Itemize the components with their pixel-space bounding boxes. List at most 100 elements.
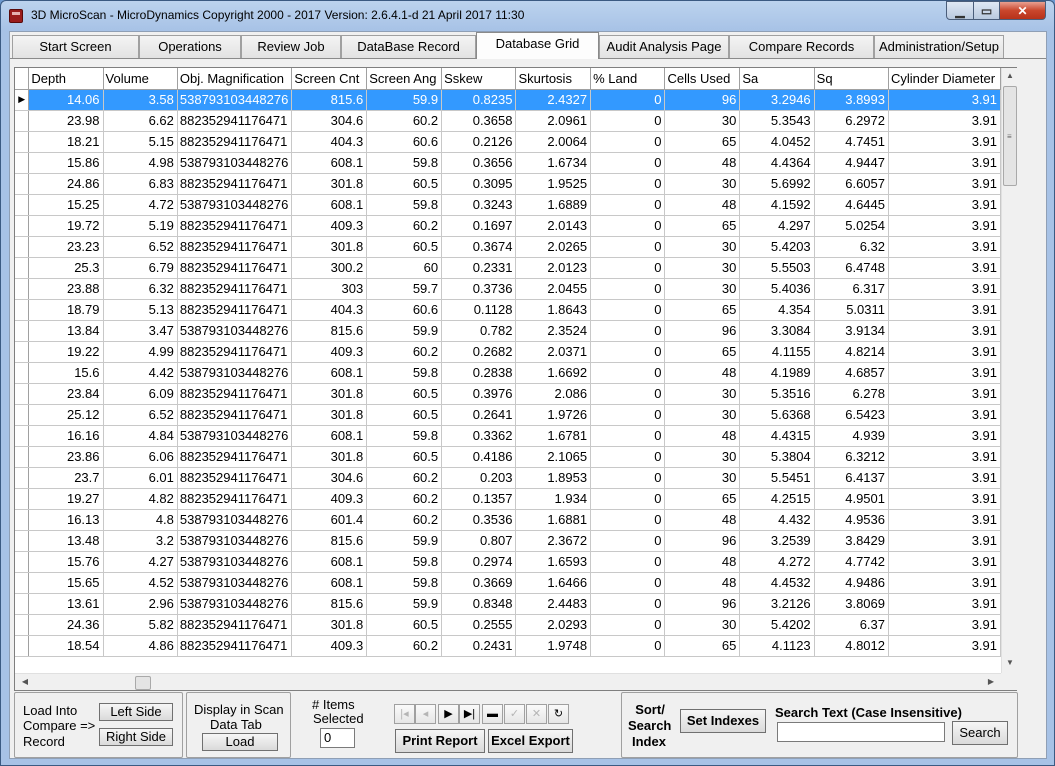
table-cell[interactable]: 0 bbox=[590, 383, 666, 405]
tab-administration-setup[interactable]: Administration/Setup bbox=[874, 35, 1004, 58]
table-cell[interactable]: 6.83 bbox=[103, 173, 178, 195]
table-cell[interactable]: 30 bbox=[664, 278, 741, 300]
table-cell[interactable]: 19.22 bbox=[28, 341, 104, 363]
table-cell[interactable]: 0.3243 bbox=[441, 194, 517, 216]
table-cell[interactable]: 3.9134 bbox=[814, 320, 890, 342]
row-indicator[interactable] bbox=[15, 551, 30, 573]
column-header[interactable]: % Land bbox=[590, 68, 666, 90]
table-cell[interactable]: 6.01 bbox=[103, 467, 178, 489]
table-cell[interactable]: 3.91 bbox=[888, 236, 1001, 258]
table-cell[interactable]: 18.21 bbox=[28, 131, 104, 153]
table-cell[interactable]: 30 bbox=[664, 173, 741, 195]
table-row[interactable]: 24.36 5.82 882352941176471 301.8 60.5 0.2555 2… bbox=[15, 614, 1001, 636]
table-cell[interactable]: 882352941176471 bbox=[177, 299, 293, 321]
table-cell[interactable]: 0.2555 bbox=[441, 614, 517, 636]
cancel-icon[interactable]: ✕ bbox=[526, 704, 547, 724]
table-cell[interactable]: 0.2838 bbox=[441, 362, 517, 384]
table-cell[interactable]: 0 bbox=[590, 467, 666, 489]
table-cell[interactable]: 882352941176471 bbox=[177, 404, 293, 426]
table-cell[interactable]: 2.086 bbox=[515, 383, 592, 405]
close-button[interactable]: ✕ bbox=[999, 1, 1046, 20]
table-cell[interactable]: 4.9501 bbox=[814, 488, 890, 510]
table-cell[interactable]: 3.91 bbox=[888, 278, 1001, 300]
table-cell[interactable]: 815.6 bbox=[291, 320, 368, 342]
table-cell[interactable]: 608.1 bbox=[291, 362, 368, 384]
table-cell[interactable]: 4.0452 bbox=[739, 131, 815, 153]
table-cell[interactable]: 0 bbox=[590, 635, 666, 657]
table-cell[interactable]: 30 bbox=[664, 446, 741, 468]
table-cell[interactable]: 3.91 bbox=[888, 89, 1001, 111]
row-indicator[interactable] bbox=[15, 488, 30, 510]
table-cell[interactable]: 6.317 bbox=[814, 278, 890, 300]
table-cell[interactable]: 5.6368 bbox=[739, 404, 815, 426]
table-cell[interactable]: 1.6466 bbox=[515, 572, 592, 594]
table-cell[interactable]: 14.06 bbox=[28, 89, 104, 111]
column-header[interactable]: Sa bbox=[739, 68, 815, 90]
table-cell[interactable]: 882352941176471 bbox=[177, 488, 293, 510]
table-cell[interactable]: 882352941176471 bbox=[177, 635, 293, 657]
table-cell[interactable]: 4.272 bbox=[739, 551, 815, 573]
table-cell[interactable]: 303 bbox=[291, 278, 368, 300]
row-indicator[interactable] bbox=[15, 320, 30, 342]
table-cell[interactable]: 0 bbox=[590, 110, 666, 132]
table-cell[interactable]: 13.84 bbox=[28, 320, 104, 342]
table-cell[interactable]: 5.13 bbox=[103, 299, 178, 321]
set-indexes-button[interactable]: Set Indexes bbox=[680, 709, 766, 733]
table-cell[interactable]: 3.2539 bbox=[739, 530, 815, 552]
table-cell[interactable]: 882352941176471 bbox=[177, 110, 293, 132]
row-indicator[interactable] bbox=[15, 614, 30, 636]
table-cell[interactable]: 5.82 bbox=[103, 614, 178, 636]
table-cell[interactable]: 2.0961 bbox=[515, 110, 592, 132]
table-cell[interactable]: 23.86 bbox=[28, 446, 104, 468]
table-cell[interactable]: 0.2974 bbox=[441, 551, 517, 573]
table-cell[interactable]: 5.0311 bbox=[814, 299, 890, 321]
table-cell[interactable]: 5.19 bbox=[103, 215, 178, 237]
table-cell[interactable]: 5.15 bbox=[103, 131, 178, 153]
table-row[interactable]: 19.72 5.19 882352941176471 409.3 60.2 0.1697 2… bbox=[15, 215, 1001, 237]
table-cell[interactable]: 3.91 bbox=[888, 446, 1001, 468]
table-cell[interactable]: 48 bbox=[664, 509, 741, 531]
scroll-up-icon[interactable]: ▲ bbox=[1002, 71, 1018, 80]
table-cell[interactable]: 6.4748 bbox=[814, 257, 890, 279]
table-cell[interactable]: 3.91 bbox=[888, 614, 1001, 636]
tab-compare-records[interactable]: Compare Records bbox=[729, 35, 874, 58]
table-cell[interactable]: 1.8953 bbox=[515, 467, 592, 489]
delete-icon[interactable]: ▬ bbox=[482, 704, 503, 724]
table-cell[interactable]: 404.3 bbox=[291, 131, 368, 153]
table-row[interactable]: 23.88 6.32 882352941176471 303 59.7 0.3736 2.0… bbox=[15, 278, 1001, 300]
table-cell[interactable]: 15.6 bbox=[28, 362, 104, 384]
table-cell[interactable]: 882352941176471 bbox=[177, 173, 293, 195]
table-cell[interactable]: 60.5 bbox=[366, 173, 443, 195]
table-cell[interactable]: 6.52 bbox=[103, 404, 178, 426]
search-button[interactable]: Search bbox=[952, 721, 1008, 745]
table-cell[interactable]: 65 bbox=[664, 299, 741, 321]
scroll-right-icon[interactable]: ▶ bbox=[983, 677, 999, 686]
table-cell[interactable]: 5.3804 bbox=[739, 446, 815, 468]
row-indicator[interactable] bbox=[15, 194, 30, 216]
table-cell[interactable]: 96 bbox=[664, 593, 741, 615]
table-cell[interactable]: 4.84 bbox=[103, 425, 178, 447]
table-cell[interactable]: 16.16 bbox=[28, 425, 104, 447]
table-cell[interactable]: 0.3095 bbox=[441, 173, 517, 195]
table-cell[interactable]: 0 bbox=[590, 299, 666, 321]
table-cell[interactable]: 301.8 bbox=[291, 236, 368, 258]
prev-icon[interactable]: ◂ bbox=[415, 704, 436, 724]
table-cell[interactable]: 59.8 bbox=[366, 551, 443, 573]
table-row[interactable]: 23.23 6.52 882352941176471 301.8 60.5 0.3674 2… bbox=[15, 236, 1001, 258]
table-cell[interactable]: 5.4203 bbox=[739, 236, 815, 258]
table-cell[interactable]: 2.96 bbox=[103, 593, 178, 615]
row-indicator[interactable] bbox=[15, 362, 30, 384]
table-cell[interactable]: 3.8069 bbox=[814, 593, 890, 615]
table-cell[interactable]: 300.2 bbox=[291, 257, 368, 279]
row-indicator[interactable] bbox=[15, 467, 30, 489]
search-input[interactable] bbox=[777, 722, 945, 742]
table-cell[interactable]: 0.3658 bbox=[441, 110, 517, 132]
table-cell[interactable]: 3.58 bbox=[103, 89, 178, 111]
table-cell[interactable]: 6.32 bbox=[814, 236, 890, 258]
column-header[interactable]: Screen Ang bbox=[366, 68, 443, 90]
table-cell[interactable]: 23.7 bbox=[28, 467, 104, 489]
table-cell[interactable]: 59.9 bbox=[366, 593, 443, 615]
table-cell[interactable]: 6.4137 bbox=[814, 467, 890, 489]
table-cell[interactable]: 0 bbox=[590, 341, 666, 363]
column-header[interactable]: Volume bbox=[103, 68, 178, 90]
